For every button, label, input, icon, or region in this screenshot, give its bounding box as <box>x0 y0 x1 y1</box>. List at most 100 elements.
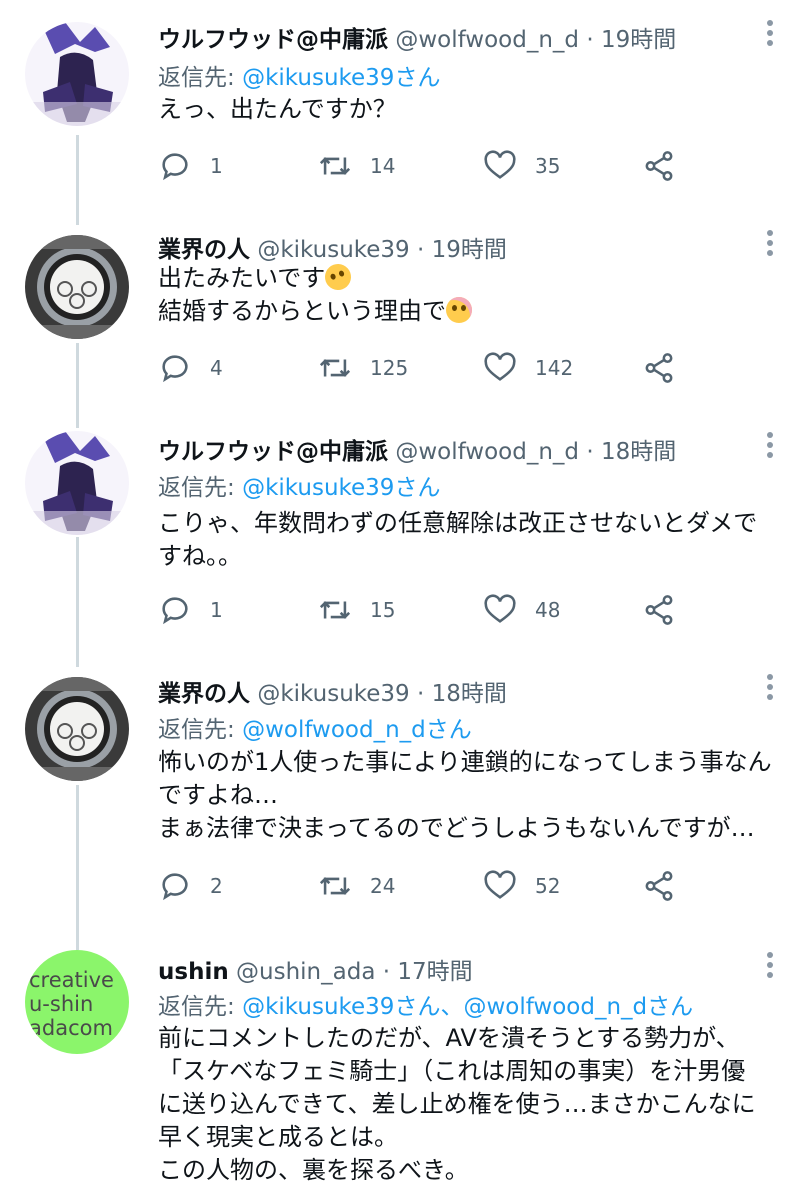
share-button[interactable] <box>642 146 676 186</box>
heart-icon <box>484 352 516 381</box>
rofl-emoji-icon <box>321 260 355 294</box>
tweet-text-line: 早く現実と成るとは。 <box>158 1123 398 1151</box>
avatar-kikusuke[interactable] <box>25 235 129 339</box>
tweet-text-line: 結婚するからという理由で <box>158 297 446 325</box>
reply-mention-link[interactable]: @kikusuke39さん、@wolfwood_n_dさん <box>242 994 693 1020</box>
flushed-emoji-icon <box>446 297 472 323</box>
share-button[interactable] <box>642 866 676 906</box>
like-button[interactable]: 35 <box>483 146 560 186</box>
tweet[interactable]: 業界の人 @kikusuke39 · 19時間 出たみたいです 結婚するからとい… <box>0 215 807 425</box>
avatar-text: creative <box>29 968 114 992</box>
more-options-icon[interactable] <box>767 20 773 50</box>
separator-dot: · <box>586 439 594 465</box>
reply-count: 2 <box>210 874 223 898</box>
avatar-ushin[interactable]: creative u-shin adacom <box>25 950 129 1054</box>
retweet-count: 24 <box>370 874 396 898</box>
display-name[interactable]: ウルフウッド@中庸派 <box>158 439 388 465</box>
handle[interactable]: @wolfwood_n_d <box>395 27 579 53</box>
like-count: 142 <box>535 356 574 380</box>
tweet-text: えっ、出たんですか？ <box>158 93 788 126</box>
tweet-text-line: 怖いのが1人使った事により連鎖的になってしまう事なん <box>158 748 772 776</box>
timestamp[interactable]: 17時間 <box>397 959 472 985</box>
retweet-icon <box>319 601 351 619</box>
like-count: 48 <box>535 598 561 622</box>
tweet-header: 業界の人 @kikusuke39 · 18時間 <box>158 674 747 708</box>
tweet-text-line: えっ、出たんですか？ <box>158 95 397 123</box>
display-name[interactable]: ウルフウッド@中庸派 <box>158 27 388 53</box>
tweet-text: 出たみたいです 結婚するからという理由で <box>158 260 788 328</box>
retweet-count: 15 <box>370 598 396 622</box>
more-options-icon[interactable] <box>767 952 773 982</box>
more-options-icon[interactable] <box>767 432 773 462</box>
timestamp[interactable]: 18時間 <box>601 439 676 465</box>
handle[interactable]: @kikusuke39 <box>257 237 409 263</box>
reply-mention-link[interactable]: @kikusuke39さん <box>242 475 440 501</box>
share-icon <box>645 353 673 383</box>
retweet-icon <box>319 359 351 377</box>
reply-button[interactable]: 1 <box>158 590 223 630</box>
avatar-kikusuke[interactable] <box>25 677 129 781</box>
more-options-icon[interactable] <box>767 674 773 704</box>
share-button[interactable] <box>642 590 676 630</box>
reply-icon <box>162 355 188 383</box>
display-name[interactable]: ushin <box>158 959 229 985</box>
heart-icon <box>484 870 516 899</box>
tweet-header: ウルフウッド@中庸派 @wolfwood_n_d · 19時間 <box>158 20 747 54</box>
reply-button[interactable]: 1 <box>158 146 223 186</box>
retweet-count: 14 <box>370 154 396 178</box>
display-name[interactable]: 業界の人 <box>158 237 250 263</box>
timestamp[interactable]: 19時間 <box>601 27 676 53</box>
tweet-actions: 1 15 48 <box>158 590 698 630</box>
retweet-button[interactable]: 14 <box>318 146 395 186</box>
tweet[interactable]: 業界の人 @kikusuke39 · 18時間 返信先: @wolfwood_n… <box>0 665 807 940</box>
reply-icon <box>162 873 188 901</box>
separator-dot: · <box>586 27 594 53</box>
like-count: 52 <box>535 874 561 898</box>
retweet-button[interactable]: 125 <box>318 348 408 388</box>
display-name[interactable]: 業界の人 <box>158 681 250 707</box>
reply-mention-link[interactable]: @wolfwood_n_dさん <box>242 717 472 743</box>
reply-mention-link[interactable]: @kikusuke39さん <box>242 65 440 91</box>
reply-to: 返信先: @kikusuke39さん <box>158 58 440 92</box>
tweet-actions: 2 24 52 <box>158 866 698 906</box>
tweet-header: 業界の人 @kikusuke39 · 19時間 <box>158 230 747 264</box>
reply-icon <box>162 597 188 625</box>
tweet-actions: 4 125 142 <box>158 348 698 388</box>
tweet-header: ushin @ushin_ada · 17時間 <box>158 952 747 986</box>
timestamp[interactable]: 18時間 <box>432 681 507 707</box>
avatar-wolfwood[interactable] <box>25 431 129 535</box>
avatar-wolfwood[interactable] <box>25 22 129 126</box>
separator-dot: · <box>382 959 391 985</box>
retweet-button[interactable]: 15 <box>318 590 395 630</box>
tweet-text-line: に送り込んできて、差し止め権を使う…まさかこんなに <box>158 1090 756 1118</box>
like-button[interactable]: 52 <box>483 866 560 906</box>
share-button[interactable] <box>642 348 676 388</box>
like-button[interactable]: 142 <box>483 348 573 388</box>
avatar-text: adacom <box>29 1016 113 1040</box>
handle[interactable]: @ushin_ada <box>236 959 375 985</box>
tweet[interactable]: ウルフウッド@中庸派 @wolfwood_n_d · 19時間 返信先: @ki… <box>0 0 807 215</box>
heart-icon <box>484 594 516 623</box>
reply-count: 4 <box>210 356 223 380</box>
like-button[interactable]: 48 <box>483 590 560 630</box>
reply-button[interactable]: 2 <box>158 866 223 906</box>
separator-dot: · <box>417 237 425 263</box>
handle[interactable]: @kikusuke39 <box>257 681 409 707</box>
reply-to-label: 返信先: <box>158 475 235 501</box>
reply-to: 返信先: @kikusuke39さん <box>158 468 440 502</box>
tweet[interactable]: creative u-shin adacom ushin @ushin_ada … <box>0 940 807 1200</box>
timestamp[interactable]: 19時間 <box>432 237 507 263</box>
reply-button[interactable]: 4 <box>158 348 223 388</box>
more-options-icon[interactable] <box>767 230 773 260</box>
retweet-button[interactable]: 24 <box>318 866 395 906</box>
reply-count: 1 <box>210 598 223 622</box>
heart-icon <box>484 150 516 179</box>
tweet-header: ウルフウッド@中庸派 @wolfwood_n_d · 18時間 <box>158 432 747 466</box>
handle[interactable]: @wolfwood_n_d <box>395 439 579 465</box>
tweet-text-line: すね。。 <box>158 542 242 570</box>
tweet-text-line: ですよね… <box>158 781 278 809</box>
tweet-text-line: 「スケベなフェミ騎士」（これは周知の事実）を汁男優 <box>158 1057 746 1085</box>
tweet[interactable]: ウルフウッド@中庸派 @wolfwood_n_d · 18時間 返信先: @ki… <box>0 425 807 665</box>
reply-to-label: 返信先: <box>158 717 235 743</box>
reply-to: 返信先: @kikusuke39さん、@wolfwood_n_dさん <box>158 987 693 1021</box>
